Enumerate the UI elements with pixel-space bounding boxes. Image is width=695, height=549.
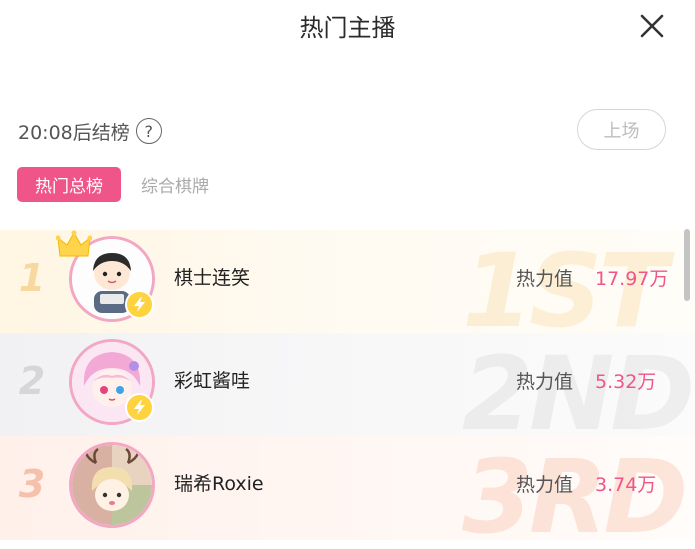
join-button[interactable]: 上场 <box>577 109 666 150</box>
streamer-name: 瑞希Roxie <box>174 473 264 495</box>
heat-label: 热力值 <box>516 268 574 290</box>
streamer-name: 棋士连笑 <box>174 267 251 289</box>
rank-number: 3 <box>18 462 46 506</box>
page-title: 热门主播 <box>299 14 396 42</box>
ranking-row-2[interactable]: 2ND 2 彩虹酱哇 热力值 5.32万 <box>0 333 695 437</box>
tab-hot-overall[interactable]: 热门总榜 <box>17 167 121 202</box>
countdown-text: 20:08后结榜 <box>18 121 130 144</box>
header: 热门主播 <box>0 0 695 52</box>
ranking-row-1[interactable]: 1ST 1 棋士连笑 热力值 17.97万 <box>0 230 695 334</box>
countdown: 20:08后结榜 ? <box>18 116 162 146</box>
avatar[interactable] <box>69 442 155 528</box>
heat-value: 3.74万 <box>595 474 657 496</box>
heat-label: 热力值 <box>516 474 574 496</box>
heat-value: 17.97万 <box>595 268 669 290</box>
heat-label: 热力值 <box>516 371 574 393</box>
scrollbar[interactable] <box>684 229 690 301</box>
lightning-badge-icon <box>125 290 154 319</box>
heat-value: 5.32万 <box>595 371 657 393</box>
rank-watermark: 2ND <box>462 335 695 437</box>
crown-icon <box>56 230 92 257</box>
rank-number: 1 <box>18 256 46 300</box>
ranking-row-3[interactable]: 3RD 3 瑞希Roxie 热力值 3.74万 <box>0 436 695 540</box>
lightning-badge-icon <box>125 393 154 422</box>
avatar-image <box>72 445 152 525</box>
help-icon[interactable]: ? <box>135 118 162 144</box>
tab-chess-cards[interactable]: 综合棋牌 <box>141 167 209 202</box>
streamer-name: 彩虹酱哇 <box>174 370 251 392</box>
close-icon[interactable] <box>634 8 670 44</box>
rank-number: 2 <box>18 359 46 403</box>
